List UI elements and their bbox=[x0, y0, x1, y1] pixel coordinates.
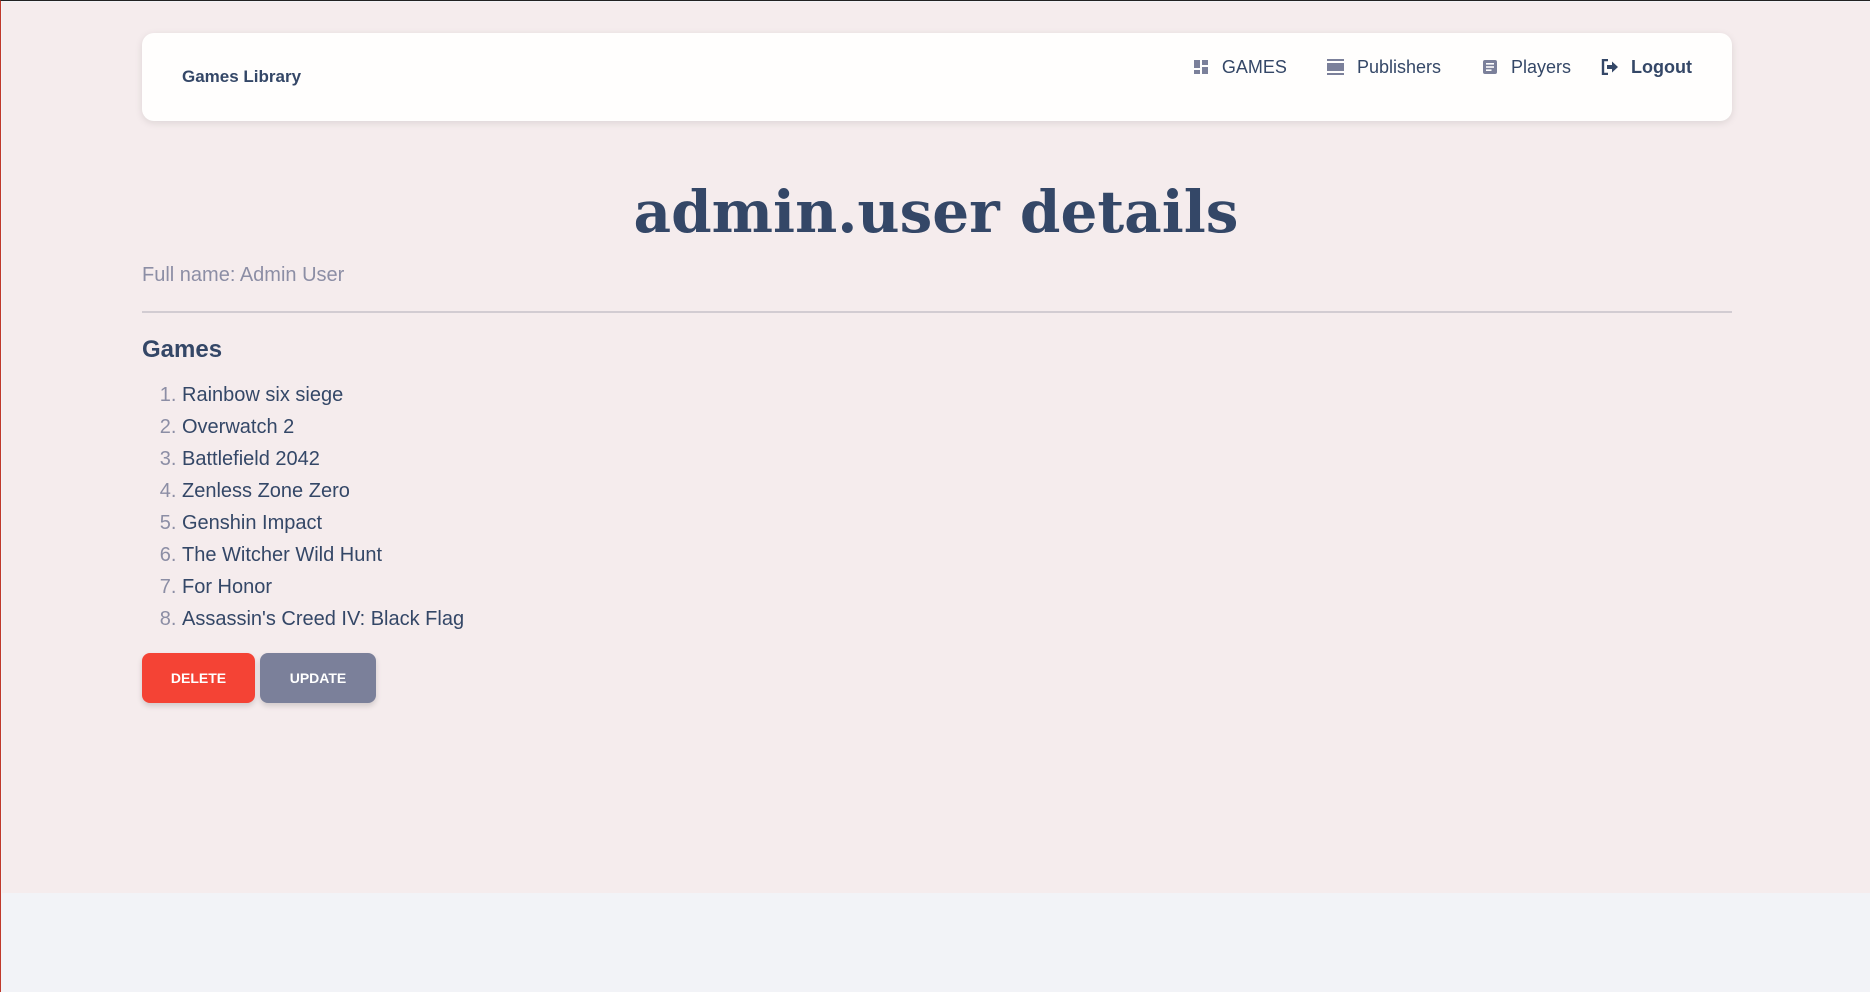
list-item: Zenless Zone Zero bbox=[182, 475, 464, 507]
update-button[interactable]: UPDATE bbox=[260, 653, 376, 703]
nav-publishers-label: Publishers bbox=[1356, 56, 1441, 77]
nav-games-label: GAMES bbox=[1221, 56, 1287, 77]
list-item: The Witcher Wild Hunt bbox=[182, 539, 464, 571]
games-heading: Games bbox=[142, 336, 223, 363]
delete-button[interactable]: DELETE bbox=[142, 653, 255, 703]
article-icon bbox=[1481, 58, 1499, 76]
dashboard-icon bbox=[1192, 58, 1210, 76]
navbar: Games Library GAMES Publishers Players L… bbox=[142, 33, 1732, 121]
nav-links: GAMES Publishers Players Logout bbox=[1192, 33, 1692, 101]
page-background: Games Library GAMES Publishers Players L… bbox=[2, 2, 1870, 893]
view-day-icon bbox=[1327, 58, 1345, 76]
games-list: Rainbow six siegeOverwatch 2Battlefield … bbox=[142, 379, 464, 635]
list-item: Rainbow six siege bbox=[182, 379, 464, 411]
logout-icon bbox=[1601, 58, 1619, 76]
brand-link[interactable]: Games Library bbox=[182, 67, 301, 87]
list-item: For Honor bbox=[182, 571, 464, 603]
list-item: Assassin's Creed IV: Black Flag bbox=[182, 603, 464, 635]
nav-players-label: Players bbox=[1510, 56, 1572, 77]
full-name-text: Full name: Admin User bbox=[142, 264, 345, 286]
nav-games[interactable]: GAMES bbox=[1192, 57, 1287, 78]
list-item: Genshin Impact bbox=[182, 507, 464, 539]
nav-players[interactable]: Players bbox=[1481, 57, 1571, 78]
page-title: admin.user details bbox=[633, 178, 1239, 246]
action-buttons: DELETE UPDATE bbox=[142, 653, 376, 703]
divider bbox=[142, 311, 1732, 313]
nav-logout-label: Logout bbox=[1631, 56, 1692, 77]
nav-publishers[interactable]: Publishers bbox=[1327, 57, 1441, 78]
list-item: Overwatch 2 bbox=[182, 411, 464, 443]
list-item: Battlefield 2042 bbox=[182, 443, 464, 475]
nav-logout[interactable]: Logout bbox=[1601, 57, 1692, 78]
